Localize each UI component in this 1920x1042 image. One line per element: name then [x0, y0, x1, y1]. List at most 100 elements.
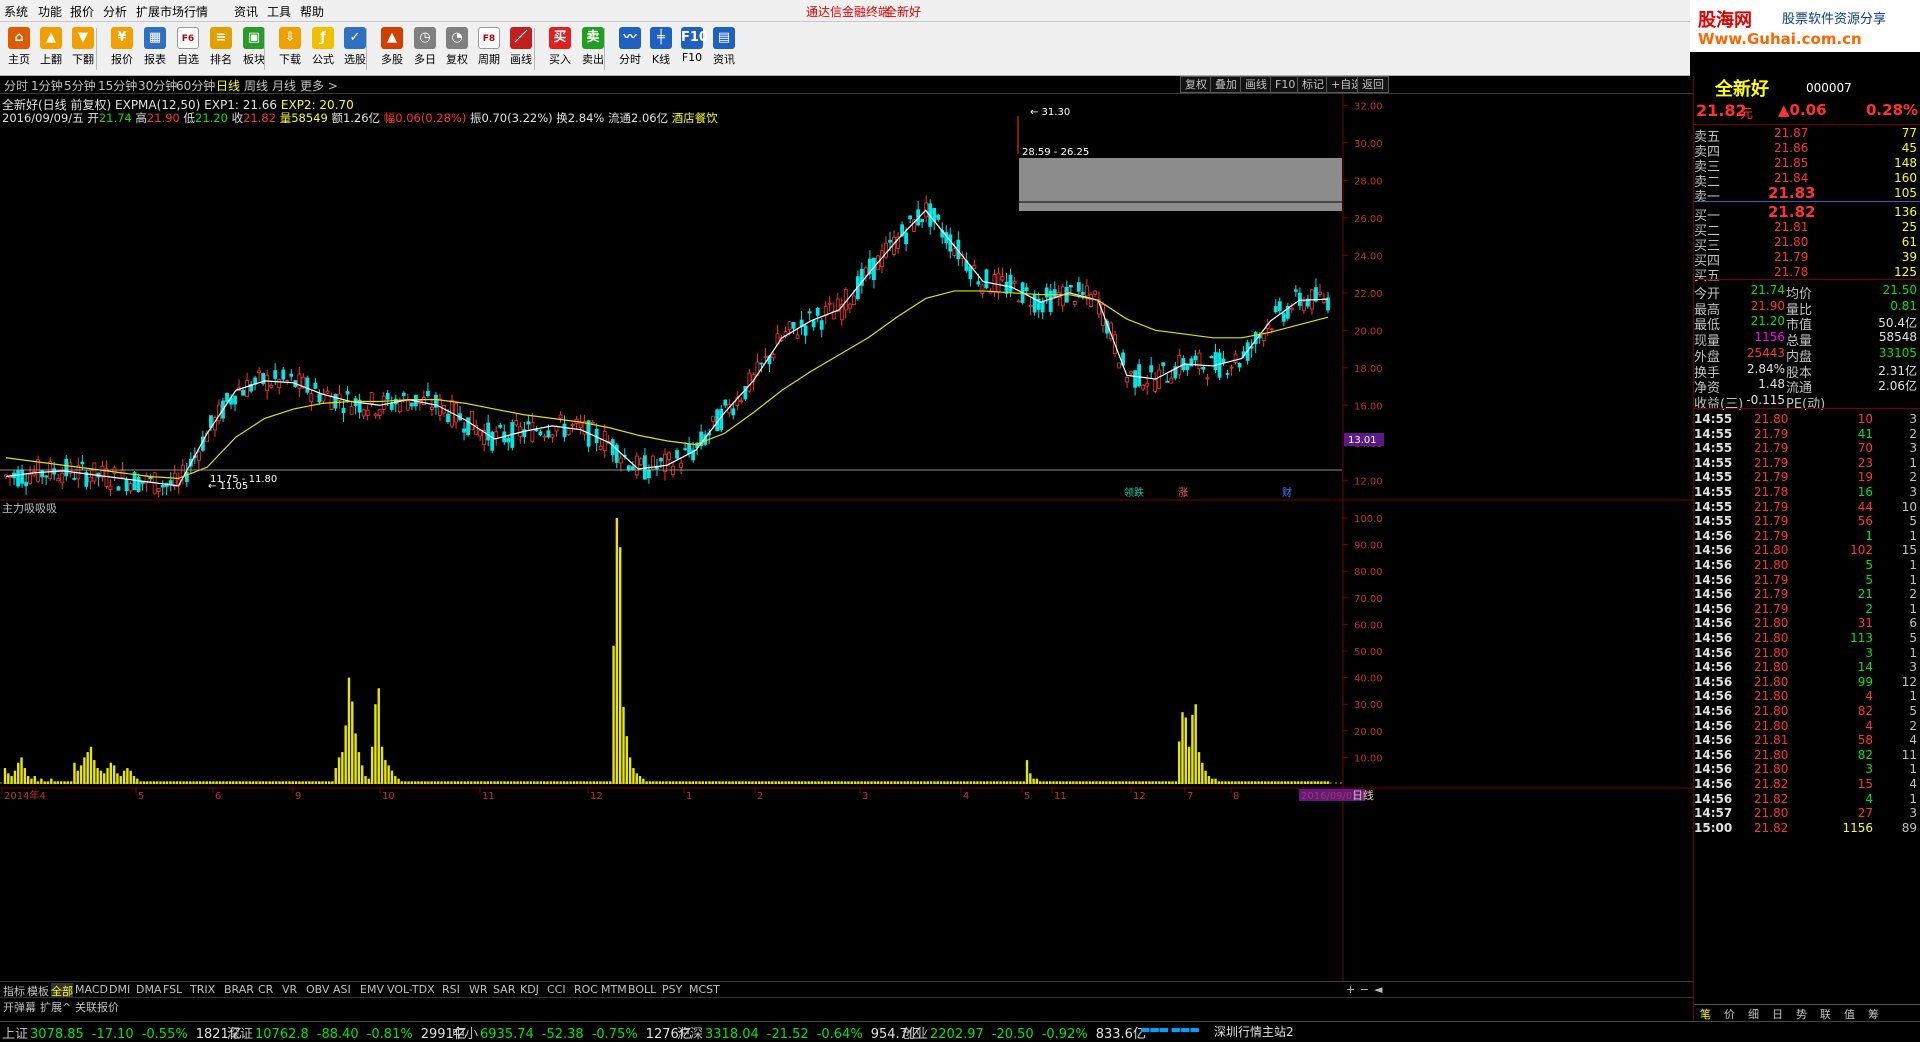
toolbar-button-label: 下载: [279, 53, 301, 66]
period-tab-8[interactable]: 月线: [272, 77, 296, 94]
toolbar-arrow-up-button[interactable]: ▲ 上翻: [33, 25, 69, 73]
menu-function[interactable]: 功能: [38, 3, 62, 20]
toolbar-buy-button[interactable]: 买买入: [542, 25, 578, 73]
indicator-tab-mcst[interactable]: MCST: [689, 983, 720, 996]
toolbar-sell-button[interactable]: 卖卖出: [575, 25, 611, 73]
period-tab-2[interactable]: 5分钟: [64, 77, 96, 94]
period-tab-6[interactable]: 日线: [216, 77, 240, 94]
indicator-tab-fsl[interactable]: FSL: [163, 983, 182, 996]
toolbar-blocks-button[interactable]: ▣ 板块: [236, 25, 272, 73]
chart-tool-button-0[interactable]: 复权: [1180, 76, 1212, 93]
indicator-tab-cci[interactable]: CCI: [547, 983, 566, 996]
sector-link[interactable]: 酒店餐饮: [672, 111, 718, 125]
menu-info[interactable]: 资讯: [234, 3, 258, 20]
chart-tool-button-1[interactable]: 叠加: [1210, 76, 1242, 93]
toolbar-f6-button[interactable]: F6 自选: [170, 25, 206, 73]
toolbar-ranking-button[interactable]: ≡ 排名: [203, 25, 239, 73]
indicator-tab-boll[interactable]: BOLL: [628, 983, 656, 996]
quote-tab-5[interactable]: 联: [1820, 1006, 1831, 1022]
toolbar-restore-button[interactable]: ◔ 复权: [439, 25, 475, 73]
indicator-tab-vol-tdx[interactable]: VOL-TDX: [387, 983, 435, 996]
toolbar-home-button[interactable]: ⌂ 主页: [1, 25, 37, 73]
toolbar-f8-button[interactable]: F8 周期: [471, 25, 507, 73]
menu-help[interactable]: 帮助: [300, 3, 324, 20]
indicator-tab-psy[interactable]: PSY: [662, 983, 682, 996]
menu-analysis[interactable]: 分析: [103, 3, 127, 20]
indicator-tab-emv[interactable]: EMV: [360, 983, 384, 996]
quote-tab-0[interactable]: 笔: [1700, 1006, 1711, 1022]
indicator-tab-wr[interactable]: WR: [469, 983, 488, 996]
ask-price[interactable]: 21.87: [1774, 126, 1808, 140]
zoom-out-button[interactable]: −: [1360, 983, 1369, 996]
index-item-1[interactable]: 深证 10762.8 -88.40 -0.81% 2991亿: [227, 1023, 467, 1042]
index-item-0[interactable]: 上证 3078.85 -17.10 -0.55% 1821亿: [2, 1023, 242, 1042]
menu-tools[interactable]: 工具: [267, 3, 291, 20]
index-item-3[interactable]: 沪深 3318.04 -21.52 -0.64% 954.7亿: [677, 1023, 921, 1042]
toolbar-download-button[interactable]: ⇩ 下载: [272, 25, 308, 73]
ask-price[interactable]: 21.83: [1768, 184, 1815, 202]
indicator-tab-roc[interactable]: ROC: [574, 983, 598, 996]
menu-extended-market[interactable]: 扩展市场行情: [136, 3, 208, 20]
bid-price[interactable]: 21.80: [1774, 235, 1808, 249]
event-marker-0[interactable]: 领跌: [1124, 486, 1144, 499]
quote-tab-7[interactable]: 筹: [1868, 1006, 1879, 1022]
menu-system[interactable]: 系统: [4, 3, 28, 20]
bid-price[interactable]: 21.82: [1768, 203, 1815, 221]
indicator-tab-dmi[interactable]: DMI: [109, 983, 130, 996]
bid-price[interactable]: 21.79: [1774, 250, 1808, 264]
chart-tool-button-3[interactable]: F10: [1270, 76, 1301, 93]
quote-tab-4[interactable]: 势: [1796, 1006, 1807, 1022]
indicator-tab-obv[interactable]: OBV: [306, 983, 329, 996]
indicator-tab-trix[interactable]: TRIX: [190, 983, 215, 996]
zoom-in-button[interactable]: +: [1346, 983, 1355, 996]
toolbar-report-button[interactable]: ▦ 报表: [137, 25, 173, 73]
period-tab-9[interactable]: 更多 >: [300, 77, 338, 94]
event-marker-1[interactable]: 涨: [1178, 487, 1188, 499]
period-tab-7[interactable]: 周线: [244, 77, 268, 94]
indicator-tab-brar[interactable]: BRAR: [224, 983, 254, 996]
quote-tab-2[interactable]: 细: [1748, 1006, 1759, 1022]
indicator-tab-asi[interactable]: ASI: [333, 983, 351, 996]
quote-tab-6[interactable]: 值: [1844, 1006, 1855, 1022]
kline-chart[interactable]: 32.00 30.00 28.00 26.00 24.00 22.00 20.00 18.00…: [0, 94, 1693, 994]
toolbar-f10-button[interactable]: F10 F10: [674, 25, 710, 73]
ask-price[interactable]: 21.85: [1774, 156, 1808, 170]
index-item-4[interactable]: 创业 2202.97 -20.50 -0.92% 833.6亿: [902, 1023, 1146, 1042]
ask-price[interactable]: 21.86: [1774, 141, 1808, 155]
server-name[interactable]: 深圳行情主站2: [1214, 1023, 1294, 1040]
indicator-tab-sar[interactable]: SAR: [493, 983, 515, 996]
bid-price[interactable]: 21.81: [1774, 220, 1808, 234]
indicator-tab-rsi[interactable]: RSI: [442, 983, 460, 996]
chart-tool-button-2[interactable]: 画线: [1240, 76, 1272, 93]
indicator-tab-macd[interactable]: MACD: [75, 983, 108, 996]
bottom-tab-0[interactable]: 开弹幕: [3, 999, 36, 1015]
ask-price[interactable]: 21.84: [1774, 171, 1808, 185]
indicator-tab-kdj[interactable]: KDJ: [520, 983, 539, 996]
period-tab-0[interactable]: 分时: [4, 77, 28, 94]
toolbar-yen-button[interactable]: ¥ 报价: [104, 25, 140, 73]
index-item-2[interactable]: 中小 6935.74 -52.38 -0.75% 1276亿: [452, 1023, 692, 1042]
chart-tool-button-4[interactable]: 标记: [1297, 76, 1329, 93]
toolbar-stock-pick-button[interactable]: ✓ 选股: [337, 25, 373, 73]
menu-quote[interactable]: 报价: [70, 3, 94, 20]
indicator-tab-dma[interactable]: DMA: [136, 983, 162, 996]
bid-price[interactable]: 21.78: [1774, 265, 1808, 279]
quote-tab-3[interactable]: 日: [1772, 1006, 1783, 1022]
quote-tab-1[interactable]: 价: [1724, 1006, 1735, 1022]
period-tab-1[interactable]: 1分钟: [31, 77, 63, 94]
scroll-left-button[interactable]: ◄: [1374, 983, 1382, 996]
period-tab-3[interactable]: 15分钟: [98, 77, 137, 94]
indicator-tab-vr[interactable]: VR: [282, 983, 297, 996]
toolbar-formula-button[interactable]: ƒ 公式: [305, 25, 341, 73]
event-marker-2[interactable]: 财: [1282, 486, 1292, 499]
chart-tool-button-6[interactable]: 返回: [1357, 76, 1389, 93]
indicator-tab-cr[interactable]: CR: [258, 983, 273, 996]
toolbar-multi-stock-button[interactable]: ▲ 多股: [374, 25, 410, 73]
period-tab-5[interactable]: 60分钟: [176, 77, 215, 94]
toolbar-news-button[interactable]: ▤ 资讯: [706, 25, 742, 73]
bottom-tab-2[interactable]: 关联报价: [75, 999, 119, 1015]
indicator-tab-mtm[interactable]: MTM: [601, 983, 627, 996]
period-tab-4[interactable]: 30分钟: [138, 77, 177, 94]
bottom-tab-1[interactable]: 扩展^: [40, 999, 71, 1015]
toolbar-multi-day-button[interactable]: ◷ 多日: [407, 25, 443, 73]
